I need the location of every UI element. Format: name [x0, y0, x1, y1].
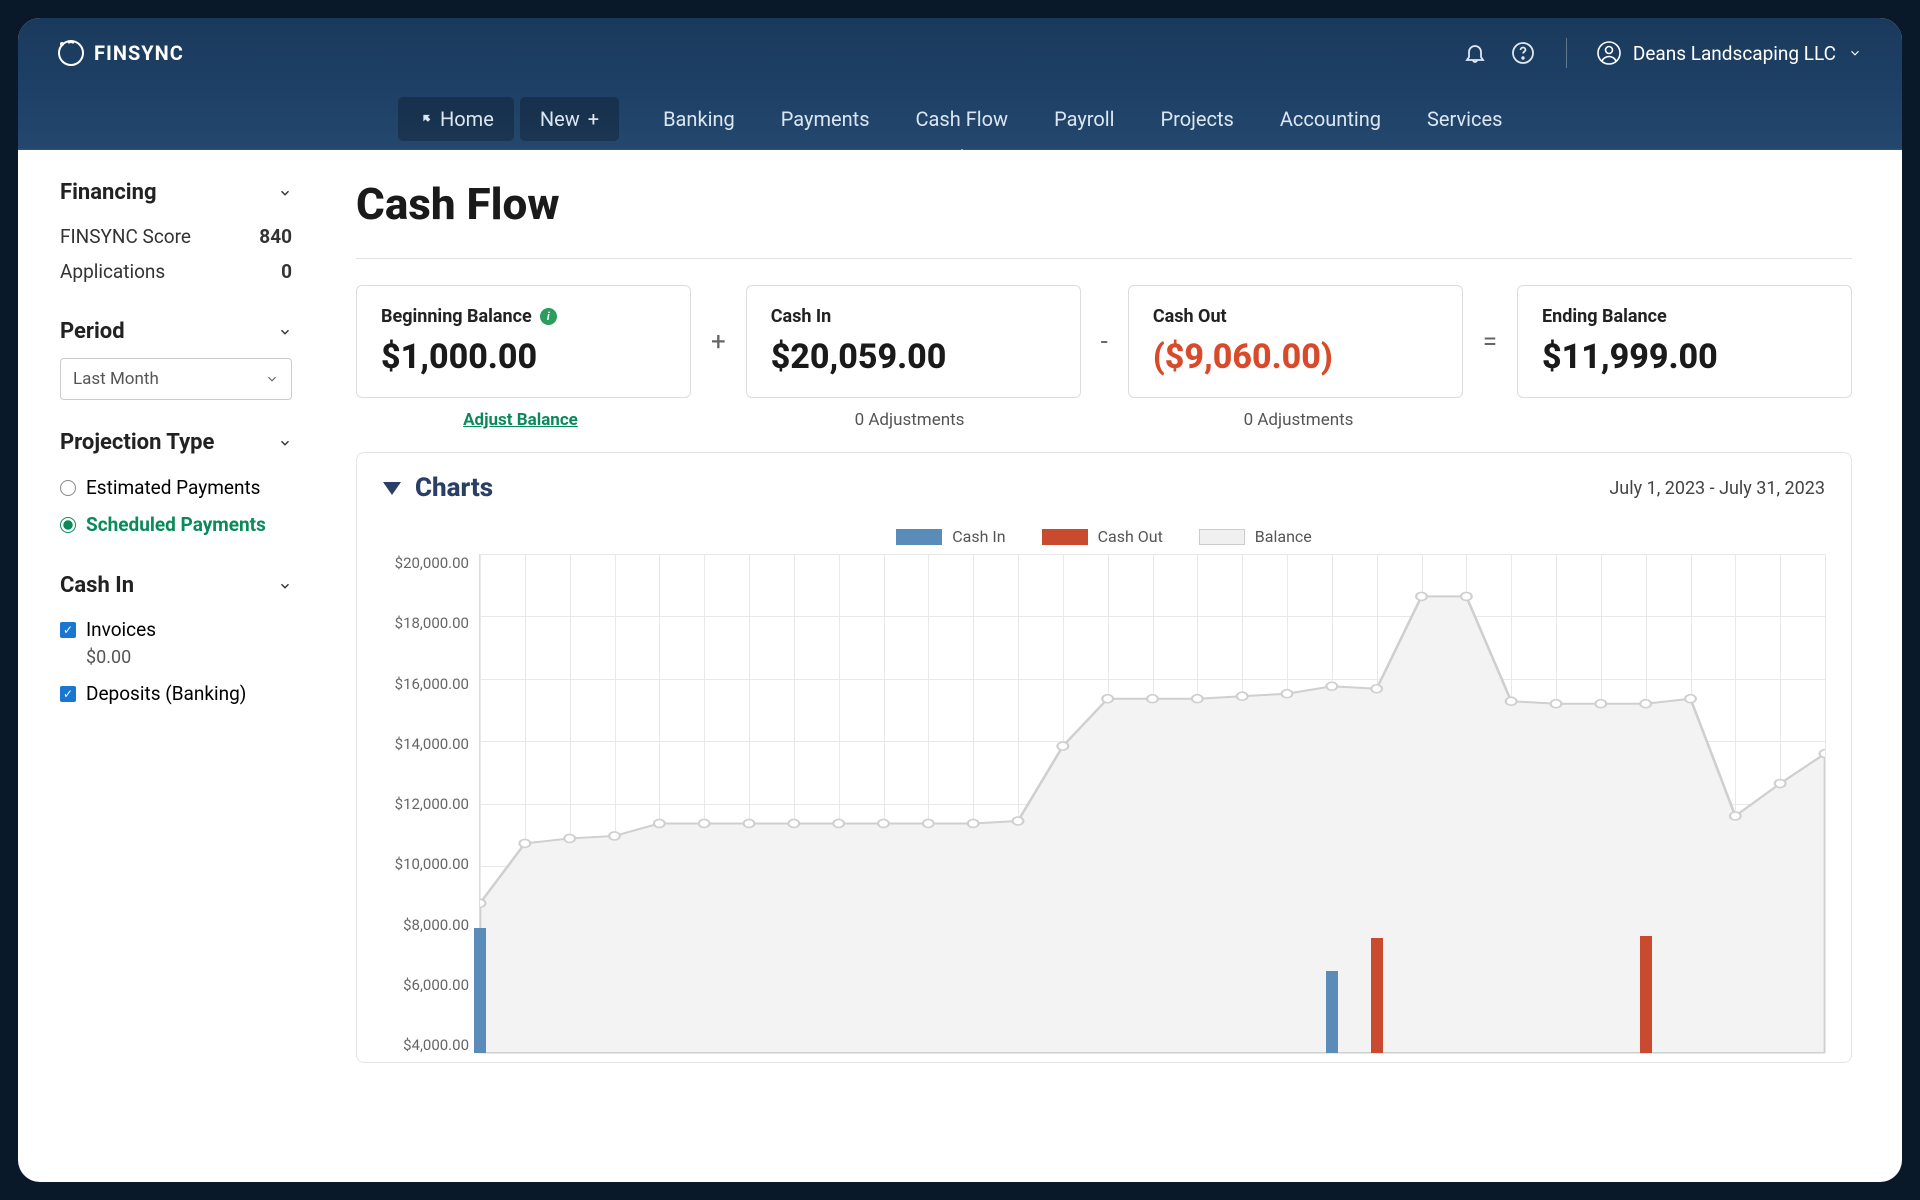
- minus-operator: -: [1097, 327, 1112, 357]
- logo-icon: [58, 40, 84, 66]
- deposits-label: Deposits (Banking): [86, 682, 246, 705]
- main-nav: Home New + Banking Payments Cash Flow Pa…: [18, 88, 1902, 150]
- charts-title-text: Charts: [415, 473, 493, 503]
- cashout-value: ($9,060.00): [1153, 337, 1438, 377]
- cashin-title: Cash In: [60, 573, 134, 598]
- nav-services[interactable]: Services: [1407, 97, 1522, 141]
- apps-value: 0: [281, 260, 292, 283]
- home-arrow-icon: [418, 112, 432, 126]
- nav-home-label: Home: [440, 107, 494, 131]
- estimated-label: Estimated Payments: [86, 476, 260, 499]
- user-menu[interactable]: Deans Landscaping LLC: [1597, 41, 1862, 65]
- applications-row: Applications 0: [60, 254, 292, 289]
- charts-panel: Charts July 1, 2023 - July 31, 2023 Cash…: [356, 452, 1852, 1063]
- cashin-adjustments[interactable]: 0 Adjustments: [745, 410, 1074, 430]
- charts-toggle[interactable]: Charts: [383, 473, 493, 503]
- nav-new[interactable]: New +: [520, 97, 619, 141]
- user-icon: [1597, 41, 1621, 65]
- legend-cashin[interactable]: Cash In: [896, 527, 1005, 546]
- chevron-down-icon: [1848, 46, 1862, 60]
- bell-icon[interactable]: [1462, 40, 1488, 66]
- checkbox-icon: ✓: [60, 686, 76, 702]
- ending-balance-card: Ending Balance $11,999.00: [1517, 285, 1852, 398]
- beginning-balance-card: Beginning Balance i $1,000.00: [356, 285, 691, 398]
- financing-header[interactable]: Financing: [60, 180, 292, 205]
- plus-icon: +: [588, 107, 599, 131]
- cashout-card: Cash Out ($9,060.00): [1128, 285, 1463, 398]
- nav-payroll[interactable]: Payroll: [1034, 97, 1134, 141]
- cashout-adjustments[interactable]: 0 Adjustments: [1134, 410, 1463, 430]
- nav-accounting[interactable]: Accounting: [1260, 97, 1401, 141]
- y-axis: $20,000.00$18,000.00$16,000.00$14,000.00…: [383, 554, 479, 1054]
- brand-logo[interactable]: FINSYNC: [58, 40, 184, 66]
- scheduled-label: Scheduled Payments: [86, 513, 266, 536]
- sidebar: Financing FINSYNC Score 840 Applications…: [18, 150, 316, 1182]
- nav-payments[interactable]: Payments: [761, 97, 890, 141]
- nav-new-label: New: [540, 107, 580, 131]
- period-header[interactable]: Period: [60, 319, 292, 344]
- apps-label: Applications: [60, 260, 165, 283]
- chevron-down-icon: [278, 579, 292, 593]
- projection-title: Projection Type: [60, 430, 214, 455]
- radio-icon: [60, 517, 76, 533]
- radio-scheduled[interactable]: Scheduled Payments: [60, 506, 292, 543]
- chevron-down-icon: [265, 372, 279, 386]
- summary-sublinks: Adjust Balance 0 Adjustments 0 Adjustmen…: [356, 410, 1852, 430]
- main-content: Cash Flow Beginning Balance i $1,000.00 +…: [316, 150, 1902, 1182]
- chevron-down-icon: [278, 186, 292, 200]
- cashout-label: Cash Out: [1153, 306, 1438, 327]
- score-label: FINSYNC Score: [60, 225, 191, 248]
- legend-cashout[interactable]: Cash Out: [1042, 527, 1163, 546]
- invoices-amount: $0.00: [86, 647, 292, 668]
- company-name: Deans Landscaping LLC: [1633, 42, 1836, 65]
- chart-plot[interactable]: [479, 554, 1825, 1054]
- help-icon[interactable]: [1510, 40, 1536, 66]
- cashin-value: $20,059.00: [771, 337, 1056, 377]
- ending-value: $11,999.00: [1542, 337, 1827, 377]
- cashin-card: Cash In $20,059.00: [746, 285, 1081, 398]
- chevron-down-icon: [278, 436, 292, 450]
- period-title: Period: [60, 319, 125, 344]
- plus-operator: +: [707, 327, 730, 357]
- invoices-label: Invoices: [86, 618, 156, 641]
- check-deposits[interactable]: ✓ Deposits (Banking): [60, 676, 292, 711]
- brand-text: FINSYNC: [94, 41, 184, 65]
- check-invoices[interactable]: ✓ Invoices: [60, 612, 292, 647]
- nav-home[interactable]: Home: [398, 97, 514, 141]
- radio-icon: [60, 480, 76, 496]
- projection-header[interactable]: Projection Type: [60, 430, 292, 455]
- nav-banking[interactable]: Banking: [643, 97, 755, 141]
- chart-legend: Cash In Cash Out Balance: [383, 527, 1825, 546]
- charts-date-range: July 1, 2023 - July 31, 2023: [1609, 478, 1825, 499]
- score-value: 840: [259, 225, 292, 248]
- ending-label: Ending Balance: [1542, 306, 1827, 327]
- topbar: FINSYNC Deans Landscaping LLC: [18, 18, 1902, 88]
- info-icon[interactable]: i: [540, 308, 557, 325]
- equals-operator: =: [1479, 327, 1501, 357]
- page-title: Cash Flow: [356, 178, 1852, 259]
- legend-balance[interactable]: Balance: [1199, 527, 1312, 546]
- period-select[interactable]: Last Month: [60, 358, 292, 400]
- radio-estimated[interactable]: Estimated Payments: [60, 469, 292, 506]
- cashin-label: Cash In: [771, 306, 1056, 327]
- beginning-label: Beginning Balance: [381, 306, 532, 327]
- beginning-value: $1,000.00: [381, 337, 666, 377]
- checkbox-icon: ✓: [60, 622, 76, 638]
- financing-title: Financing: [60, 180, 157, 205]
- chevron-down-icon: [278, 325, 292, 339]
- period-selected: Last Month: [73, 369, 159, 389]
- adjust-balance-link[interactable]: Adjust Balance: [356, 410, 685, 430]
- triangle-down-icon: [383, 482, 401, 495]
- summary-row: Beginning Balance i $1,000.00 + Cash In $…: [356, 285, 1852, 398]
- nav-cashflow[interactable]: Cash Flow: [896, 97, 1029, 141]
- cashin-header[interactable]: Cash In: [60, 573, 292, 598]
- chart-area: $20,000.00$18,000.00$16,000.00$14,000.00…: [383, 554, 1825, 1054]
- finsync-score-row: FINSYNC Score 840: [60, 219, 292, 254]
- nav-projects[interactable]: Projects: [1141, 97, 1254, 141]
